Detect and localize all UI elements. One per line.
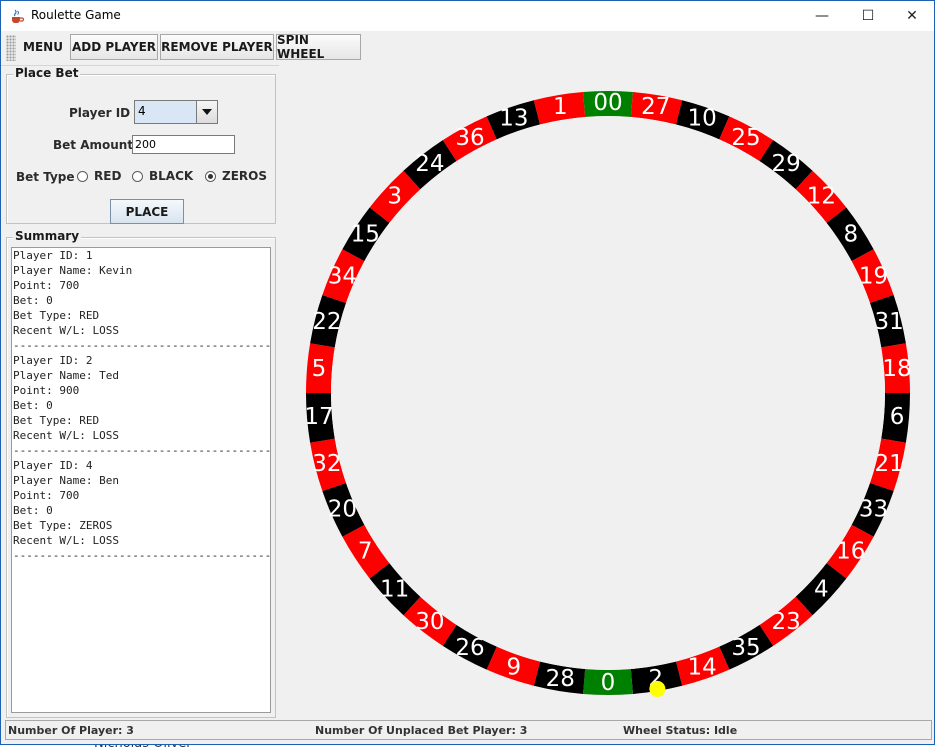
wheel-number-label: 4	[814, 576, 829, 602]
maximize-button[interactable]: ☐	[845, 1, 891, 31]
close-icon: ✕	[906, 8, 918, 24]
remove-player-button[interactable]: REMOVE PLAYER	[160, 34, 274, 60]
wheel-number-label: 28	[546, 666, 575, 692]
bet-type-label: Bet Type	[16, 170, 75, 184]
wheel-number-label: 31	[874, 309, 903, 335]
wheel-number-label: 14	[688, 654, 717, 680]
close-button[interactable]: ✕	[889, 1, 935, 31]
wheel-number-label: 17	[304, 404, 333, 430]
title-bar[interactable]: Roulette Game — ☐ ✕	[1, 1, 934, 31]
radio-red-label: RED	[94, 169, 122, 183]
player-count-status: Number Of Player: 3	[8, 724, 134, 737]
toolbar-grip[interactable]	[6, 35, 16, 61]
wheel-number-label: 32	[312, 451, 341, 477]
roulette-ball	[649, 680, 666, 697]
wheel-number-label: 27	[641, 94, 670, 120]
wheel-number-label: 5	[312, 356, 327, 382]
place-bet-panel: Place Bet Player ID 4 Bet Amount 200 Bet…	[6, 66, 276, 224]
wheel-number-label: 9	[507, 654, 522, 680]
chevron-down-icon[interactable]	[196, 101, 217, 123]
add-player-button[interactable]: ADD PLAYER	[70, 34, 158, 60]
wheel-center	[331, 116, 885, 670]
summary-textarea[interactable]: Player ID: 1 Player Name: Kevin Point: 7…	[11, 247, 271, 713]
wheel-number-label: 8	[843, 221, 858, 247]
toolbar: MENU ADD PLAYER REMOVE PLAYER SPIN WHEEL	[1, 31, 934, 66]
wheel-number-label: 21	[874, 451, 903, 477]
bet-amount-input[interactable]: 200	[132, 135, 235, 154]
radio-red-indicator	[77, 170, 88, 182]
wheel-status: Wheel Status: Idle	[623, 724, 738, 737]
radio-black-label: BLACK	[149, 169, 194, 183]
status-bar: Number Of Player: 3 Number Of Unplaced B…	[5, 720, 932, 740]
menu-button[interactable]: MENU	[19, 34, 67, 60]
wheel-number-label: 10	[688, 106, 717, 132]
summary-legend: Summary	[13, 229, 82, 243]
wheel-number-label: 13	[499, 106, 528, 132]
minimize-button[interactable]: —	[799, 1, 845, 31]
wheel-number-label: 3	[387, 184, 402, 210]
wheel-number-label: 18	[882, 356, 911, 382]
minimize-icon: —	[815, 8, 829, 24]
wheel-canvas: 00 27 10 25 29 12 8 19 31 18 6 21 33 16 4 23 35 14 2 0 28 9 26…	[279, 65, 934, 719]
wheel-number-label: 26	[455, 635, 484, 661]
roulette-game-window: Roulette Game — ☐ ✕ MENU ADD PLAYER REMO…	[0, 0, 935, 745]
unplaced-bet-status: Number Of Unplaced Bet Player: 3	[315, 724, 528, 737]
place-button[interactable]: PLACE	[110, 199, 184, 224]
window-title: Roulette Game	[31, 8, 121, 22]
bet-type-red-radio[interactable]: RED	[77, 169, 121, 183]
player-id-dropdown[interactable]: 4	[134, 100, 218, 124]
bet-type-black-radio[interactable]: BLACK	[132, 169, 193, 183]
wheel-number-label: 6	[890, 404, 905, 430]
wheel-number-label: 36	[455, 125, 484, 151]
java-cup-icon	[12, 9, 25, 23]
player-id-value: 4	[138, 104, 146, 118]
wheel-number-label: 35	[731, 635, 760, 661]
summary-text: Player ID: 1 Player Name: Kevin Point: 7…	[13, 249, 271, 562]
wheel-number-label: 7	[358, 539, 373, 565]
wheel-number-label: 1	[553, 94, 568, 120]
wheel-number-label: 22	[312, 309, 341, 335]
radio-black-indicator	[132, 170, 143, 182]
roulette-wheel: 00 27 102529128193118621331642335142028926…	[304, 90, 912, 697]
wheel-number-label: 00	[593, 90, 622, 116]
radio-zeros-label: ZEROS	[222, 169, 267, 183]
spin-wheel-button[interactable]: SPIN WHEEL	[276, 33, 361, 61]
radio-zeros-indicator	[205, 170, 216, 182]
bet-type-zeros-radio[interactable]: ZEROS	[205, 169, 267, 183]
bet-amount-label: Bet Amount	[53, 138, 134, 152]
player-id-label: Player ID	[69, 106, 131, 120]
place-bet-legend: Place Bet	[13, 66, 81, 80]
wheel-number-label: 25	[731, 125, 760, 151]
wheel-number-label: 0	[601, 670, 616, 696]
maximize-icon: ☐	[861, 8, 875, 24]
